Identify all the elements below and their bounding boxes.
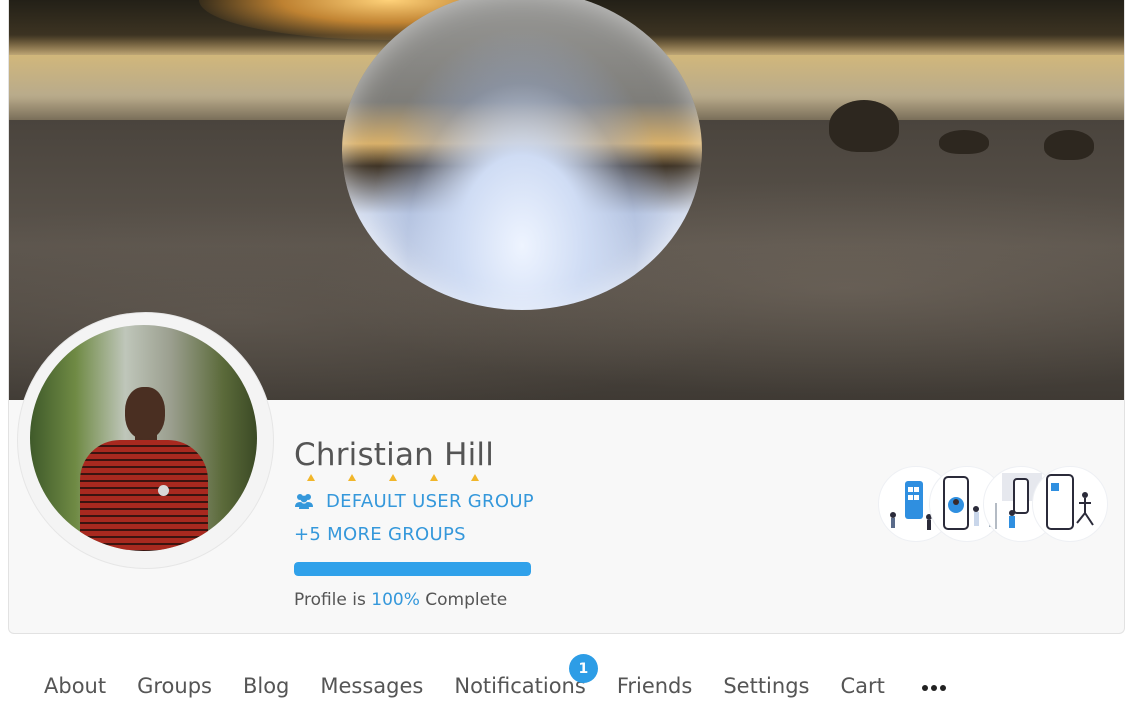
star-icon xyxy=(389,474,397,481)
tab-settings[interactable]: Settings xyxy=(723,674,809,698)
more-horizontal-icon[interactable] xyxy=(921,681,946,691)
profile-nav: About Groups Blog Messages Notifications… xyxy=(44,654,1131,704)
tab-about[interactable]: About xyxy=(44,674,106,698)
tab-blog[interactable]: Blog xyxy=(243,674,289,698)
avatar[interactable] xyxy=(30,325,257,551)
profile-name: Christian Hill xyxy=(294,437,495,473)
tab-notifications[interactable]: Notifications 1 xyxy=(454,654,598,698)
star-icon xyxy=(471,474,479,481)
completion-prefix: Profile is xyxy=(294,590,372,610)
completion-percent: 100% xyxy=(371,590,420,610)
users-group-icon xyxy=(294,492,314,510)
profile-progress-bar xyxy=(294,562,531,576)
mobile-yoga-badge[interactable] xyxy=(1032,466,1108,542)
profile-progress-fill xyxy=(294,562,531,576)
profile-completion-text: Profile is 100% Complete xyxy=(294,590,507,610)
star-icon xyxy=(307,474,315,481)
achievement-badges xyxy=(878,466,1108,542)
tab-groups[interactable]: Groups xyxy=(137,674,212,698)
tab-notifications-label: Notifications xyxy=(454,674,586,698)
tab-cart[interactable]: Cart xyxy=(840,674,884,698)
notification-count-badge: 1 xyxy=(568,654,598,683)
star-icon xyxy=(430,474,438,481)
primary-group-link[interactable]: DEFAULT USER GROUP xyxy=(294,489,534,513)
star-icon xyxy=(348,474,356,481)
tab-messages[interactable]: Messages xyxy=(320,674,423,698)
tab-friends[interactable]: Friends xyxy=(617,674,693,698)
more-groups-link[interactable]: +5 MORE GROUPS xyxy=(294,524,466,545)
crystal-ball-image xyxy=(342,0,702,310)
primary-group-label: DEFAULT USER GROUP xyxy=(326,490,534,512)
completion-suffix: Complete xyxy=(419,590,508,610)
